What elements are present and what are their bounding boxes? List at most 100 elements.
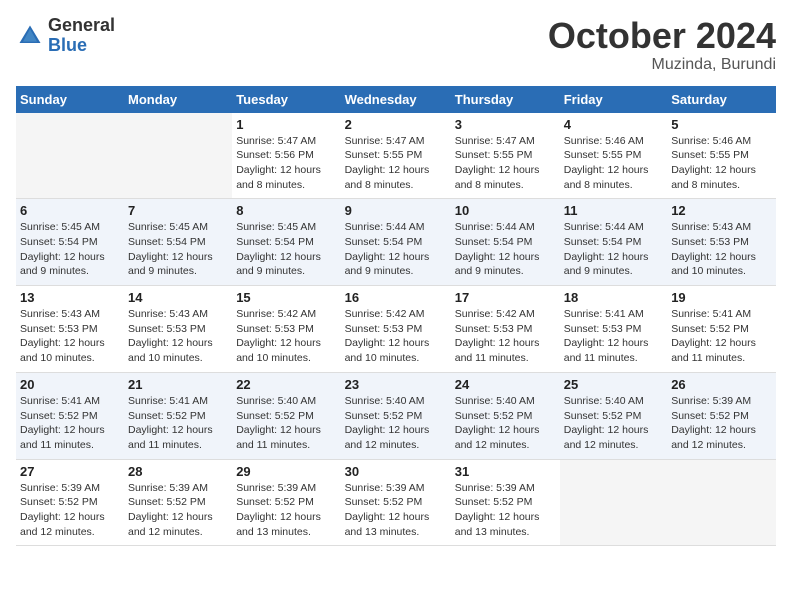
calendar-week-row: 1 Sunrise: 5:47 AM Sunset: 5:56 PM Daylig… — [16, 113, 776, 199]
calendar-cell: 17Sunrise: 5:42 AM Sunset: 5:53 PM Dayli… — [451, 286, 560, 373]
calendar-cell — [16, 113, 124, 199]
location: Muzinda, Burundi — [548, 56, 776, 74]
day-info: Sunrise: 5:46 AM Sunset: 5:55 PM Dayligh… — [564, 134, 663, 193]
day-number: 26 — [671, 377, 772, 392]
day-number: 11 — [564, 203, 663, 218]
day-number: 2 — [345, 117, 447, 132]
day-info: Sunrise: 5:44 AM Sunset: 5:54 PM Dayligh… — [345, 220, 447, 279]
calendar-cell — [124, 113, 232, 199]
calendar-table: SundayMondayTuesdayWednesdayThursdayFrid… — [16, 86, 776, 547]
calendar-cell: 12 Sunrise: 5:43 AM Sunset: 5:53 PM Dayli… — [667, 199, 776, 286]
day-number: 3 — [455, 117, 556, 132]
day-info: Sunrise: 5:47 AM Sunset: 5:55 PM Dayligh… — [345, 134, 447, 193]
logo-blue-text: Blue — [48, 36, 115, 56]
calendar-cell: 27Sunrise: 5:39 AM Sunset: 5:52 PM Dayli… — [16, 459, 124, 546]
day-info: Sunrise: 5:39 AM Sunset: 5:52 PM Dayligh… — [455, 481, 556, 540]
day-number: 27 — [20, 464, 120, 479]
day-number: 12 — [671, 203, 772, 218]
day-number: 1 — [236, 117, 336, 132]
calendar-cell: 31 Sunrise: 5:39 AM Sunset: 5:52 PM Dayli… — [451, 459, 560, 546]
month-title: October 2024 — [548, 16, 776, 56]
day-number: 23 — [345, 377, 447, 392]
day-info: Sunrise: 5:43 AM Sunset: 5:53 PM Dayligh… — [20, 307, 120, 366]
calendar-week-row: 6 Sunrise: 5:45 AM Sunset: 5:54 PM Daylig… — [16, 199, 776, 286]
day-info: Sunrise: 5:42 AM Sunset: 5:53 PM Dayligh… — [455, 307, 556, 366]
day-info: Sunrise: 5:47 AM Sunset: 5:56 PM Dayligh… — [236, 134, 336, 193]
day-number: 28 — [128, 464, 228, 479]
calendar-week-row: 13 Sunrise: 5:43 AM Sunset: 5:53 PM Dayli… — [16, 286, 776, 373]
calendar-cell: 8Sunrise: 5:45 AM Sunset: 5:54 PM Daylig… — [232, 199, 340, 286]
calendar-cell: 16Sunrise: 5:42 AM Sunset: 5:53 PM Dayli… — [341, 286, 451, 373]
calendar-cell: 10Sunrise: 5:44 AM Sunset: 5:54 PM Dayli… — [451, 199, 560, 286]
day-number: 22 — [236, 377, 336, 392]
calendar-cell: 14 Sunrise: 5:43 AM Sunset: 5:53 PM Dayli… — [124, 286, 232, 373]
day-info: Sunrise: 5:41 AM Sunset: 5:53 PM Dayligh… — [564, 307, 663, 366]
calendar-cell: 13 Sunrise: 5:43 AM Sunset: 5:53 PM Dayli… — [16, 286, 124, 373]
day-of-week-header: Sunday — [16, 86, 124, 113]
day-of-week-header: Thursday — [451, 86, 560, 113]
calendar-cell: 22 Sunrise: 5:40 AM Sunset: 5:52 PM Dayli… — [232, 372, 340, 459]
calendar-cell: 21Sunrise: 5:41 AM Sunset: 5:52 PM Dayli… — [124, 372, 232, 459]
day-info: Sunrise: 5:41 AM Sunset: 5:52 PM Dayligh… — [671, 307, 772, 366]
calendar-cell: 25Sunrise: 5:40 AM Sunset: 5:52 PM Dayli… — [560, 372, 667, 459]
calendar-cell: 1 Sunrise: 5:47 AM Sunset: 5:56 PM Daylig… — [232, 113, 340, 199]
calendar-cell — [667, 459, 776, 546]
day-info: Sunrise: 5:47 AM Sunset: 5:55 PM Dayligh… — [455, 134, 556, 193]
calendar-cell: 9 Sunrise: 5:44 AM Sunset: 5:54 PM Daylig… — [341, 199, 451, 286]
day-info: Sunrise: 5:39 AM Sunset: 5:52 PM Dayligh… — [236, 481, 336, 540]
day-number: 9 — [345, 203, 447, 218]
logo-general-text: General — [48, 16, 115, 36]
day-info: Sunrise: 5:40 AM Sunset: 5:52 PM Dayligh… — [455, 394, 556, 453]
calendar-cell: 30Sunrise: 5:39 AM Sunset: 5:52 PM Dayli… — [341, 459, 451, 546]
calendar-cell — [560, 459, 667, 546]
calendar-cell: 7 Sunrise: 5:45 AM Sunset: 5:54 PM Daylig… — [124, 199, 232, 286]
calendar-header-row: SundayMondayTuesdayWednesdayThursdayFrid… — [16, 86, 776, 113]
day-number: 14 — [128, 290, 228, 305]
calendar-cell: 2 Sunrise: 5:47 AM Sunset: 5:55 PM Daylig… — [341, 113, 451, 199]
day-of-week-header: Wednesday — [341, 86, 451, 113]
day-number: 4 — [564, 117, 663, 132]
calendar-cell: 28 Sunrise: 5:39 AM Sunset: 5:52 PM Dayli… — [124, 459, 232, 546]
day-number: 7 — [128, 203, 228, 218]
day-number: 16 — [345, 290, 447, 305]
calendar-cell: 18 Sunrise: 5:41 AM Sunset: 5:53 PM Dayli… — [560, 286, 667, 373]
calendar-week-row: 27 Sunrise: 5:39 AM Sunset: 5:52 PM Dayli… — [16, 459, 776, 546]
calendar-cell: 4 Sunrise: 5:46 AM Sunset: 5:55 PM Daylig… — [560, 113, 667, 199]
day-info: Sunrise: 5:43 AM Sunset: 5:53 PM Dayligh… — [671, 220, 772, 279]
day-info: Sunrise: 5:46 AM Sunset: 5:55 PM Dayligh… — [671, 134, 772, 193]
day-of-week-header: Monday — [124, 86, 232, 113]
day-info: Sunrise: 5:40 AM Sunset: 5:52 PM Dayligh… — [236, 394, 336, 453]
day-number: 18 — [564, 290, 663, 305]
day-info: Sunrise: 5:45 AM Sunset: 5:54 PM Dayligh… — [20, 220, 120, 279]
day-info: Sunrise: 5:39 AM Sunset: 5:52 PM Dayligh… — [671, 394, 772, 453]
calendar-cell: 5 Sunrise: 5:46 AM Sunset: 5:55 PM Daylig… — [667, 113, 776, 199]
day-number: 31 — [455, 464, 556, 479]
logo-text: General Blue — [48, 16, 115, 56]
day-number: 6 — [20, 203, 120, 218]
page-header: General Blue October 2024 Muzinda, Burun… — [16, 16, 776, 74]
calendar-cell: 11 Sunrise: 5:44 AM Sunset: 5:54 PM Dayli… — [560, 199, 667, 286]
day-number: 20 — [20, 377, 120, 392]
day-info: Sunrise: 5:41 AM Sunset: 5:52 PM Dayligh… — [128, 394, 228, 453]
calendar-week-row: 20 Sunrise: 5:41 AM Sunset: 5:52 PM Dayli… — [16, 372, 776, 459]
day-number: 5 — [671, 117, 772, 132]
day-number: 10 — [455, 203, 556, 218]
day-info: Sunrise: 5:40 AM Sunset: 5:52 PM Dayligh… — [345, 394, 447, 453]
day-number: 13 — [20, 290, 120, 305]
day-info: Sunrise: 5:40 AM Sunset: 5:52 PM Dayligh… — [564, 394, 663, 453]
day-number: 24 — [455, 377, 556, 392]
calendar-cell: 29 Sunrise: 5:39 AM Sunset: 5:52 PM Dayli… — [232, 459, 340, 546]
day-info: Sunrise: 5:39 AM Sunset: 5:52 PM Dayligh… — [128, 481, 228, 540]
day-info: Sunrise: 5:45 AM Sunset: 5:54 PM Dayligh… — [128, 220, 228, 279]
day-info: Sunrise: 5:41 AM Sunset: 5:52 PM Dayligh… — [20, 394, 120, 453]
calendar-cell: 20 Sunrise: 5:41 AM Sunset: 5:52 PM Dayli… — [16, 372, 124, 459]
day-of-week-header: Saturday — [667, 86, 776, 113]
day-info: Sunrise: 5:43 AM Sunset: 5:53 PM Dayligh… — [128, 307, 228, 366]
calendar-cell: 24 Sunrise: 5:40 AM Sunset: 5:52 PM Dayli… — [451, 372, 560, 459]
day-number: 29 — [236, 464, 336, 479]
day-number: 8 — [236, 203, 336, 218]
logo: General Blue — [16, 16, 115, 56]
logo-icon — [16, 22, 44, 50]
calendar-cell: 6 Sunrise: 5:45 AM Sunset: 5:54 PM Daylig… — [16, 199, 124, 286]
day-info: Sunrise: 5:44 AM Sunset: 5:54 PM Dayligh… — [564, 220, 663, 279]
